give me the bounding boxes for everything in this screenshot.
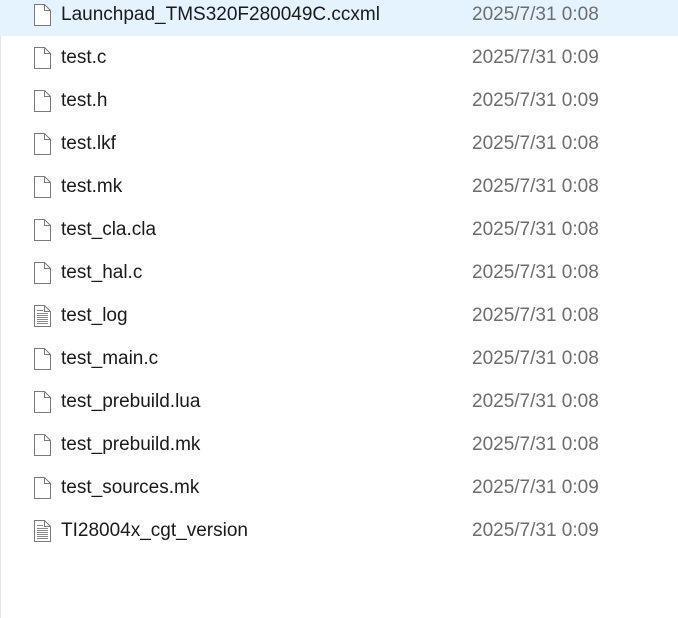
file-modified-date: 2025/7/31 0:08 <box>472 348 599 369</box>
file-name: test.mk <box>61 176 123 197</box>
file-row[interactable]: test.mk 2025/7/31 0:08 <box>0 165 678 208</box>
file-modified-date: 2025/7/31 0:08 <box>472 262 599 283</box>
file-modified-date: 2025/7/31 0:08 <box>472 133 599 154</box>
file-modified-date: 2025/7/31 0:08 <box>472 305 599 326</box>
file-list-pane: Launchpad_TMS320F280049C.ccxml 2025/7/31 … <box>0 0 678 618</box>
text-file-icon <box>33 305 51 327</box>
blank-file-icon <box>33 477 51 499</box>
file-row[interactable]: test_sources.mk 2025/7/31 0:09 <box>0 466 678 509</box>
file-row[interactable]: test_prebuild.lua 2025/7/31 0:08 <box>0 380 678 423</box>
file-modified-date: 2025/7/31 0:09 <box>472 90 599 111</box>
blank-file-icon <box>33 90 51 112</box>
file-name: test_prebuild.mk <box>61 434 201 455</box>
blank-file-icon <box>33 262 51 284</box>
file-modified-date: 2025/7/31 0:08 <box>472 219 599 240</box>
blank-file-icon <box>33 348 51 370</box>
file-row[interactable]: test.c 2025/7/31 0:09 <box>0 36 678 79</box>
text-file-icon <box>33 520 51 542</box>
file-modified-date: 2025/7/31 0:08 <box>472 391 599 412</box>
file-name: test_log <box>61 305 128 326</box>
file-modified-date: 2025/7/31 0:09 <box>472 520 599 541</box>
file-name: test_prebuild.lua <box>61 391 201 412</box>
file-list: Launchpad_TMS320F280049C.ccxml 2025/7/31 … <box>0 0 678 552</box>
file-name: TI28004x_cgt_version <box>61 520 248 541</box>
file-modified-date: 2025/7/31 0:08 <box>472 176 599 197</box>
file-name: test_main.c <box>61 348 159 369</box>
file-name: test_hal.c <box>61 262 143 283</box>
blank-file-icon <box>33 434 51 456</box>
file-row[interactable]: test_prebuild.mk 2025/7/31 0:08 <box>0 423 678 466</box>
file-modified-date: 2025/7/31 0:09 <box>472 477 599 498</box>
blank-file-icon <box>33 4 51 26</box>
blank-file-icon <box>33 391 51 413</box>
file-name: test_sources.mk <box>61 477 200 498</box>
file-modified-date: 2025/7/31 0:08 <box>472 434 599 455</box>
file-name: Launchpad_TMS320F280049C.ccxml <box>61 4 380 25</box>
file-row[interactable]: test_hal.c 2025/7/31 0:08 <box>0 251 678 294</box>
file-row[interactable]: test.h 2025/7/31 0:09 <box>0 79 678 122</box>
file-row[interactable]: test_cla.cla 2025/7/31 0:08 <box>0 208 678 251</box>
file-name: test_cla.cla <box>61 219 157 240</box>
blank-file-icon <box>33 47 51 69</box>
file-row[interactable]: test_log 2025/7/31 0:08 <box>0 294 678 337</box>
file-row[interactable]: TI28004x_cgt_version 2025/7/31 0:09 <box>0 509 678 552</box>
file-row[interactable]: Launchpad_TMS320F280049C.ccxml 2025/7/31 … <box>0 0 678 36</box>
blank-file-icon <box>33 219 51 241</box>
file-name: test.lkf <box>61 133 116 154</box>
file-modified-date: 2025/7/31 0:08 <box>472 4 599 25</box>
file-name: test.h <box>61 90 108 111</box>
blank-file-icon <box>33 176 51 198</box>
file-modified-date: 2025/7/31 0:09 <box>472 47 599 68</box>
file-name: test.c <box>61 47 107 68</box>
file-row[interactable]: test.lkf 2025/7/31 0:08 <box>0 122 678 165</box>
file-row[interactable]: test_main.c 2025/7/31 0:08 <box>0 337 678 380</box>
blank-file-icon <box>33 133 51 155</box>
